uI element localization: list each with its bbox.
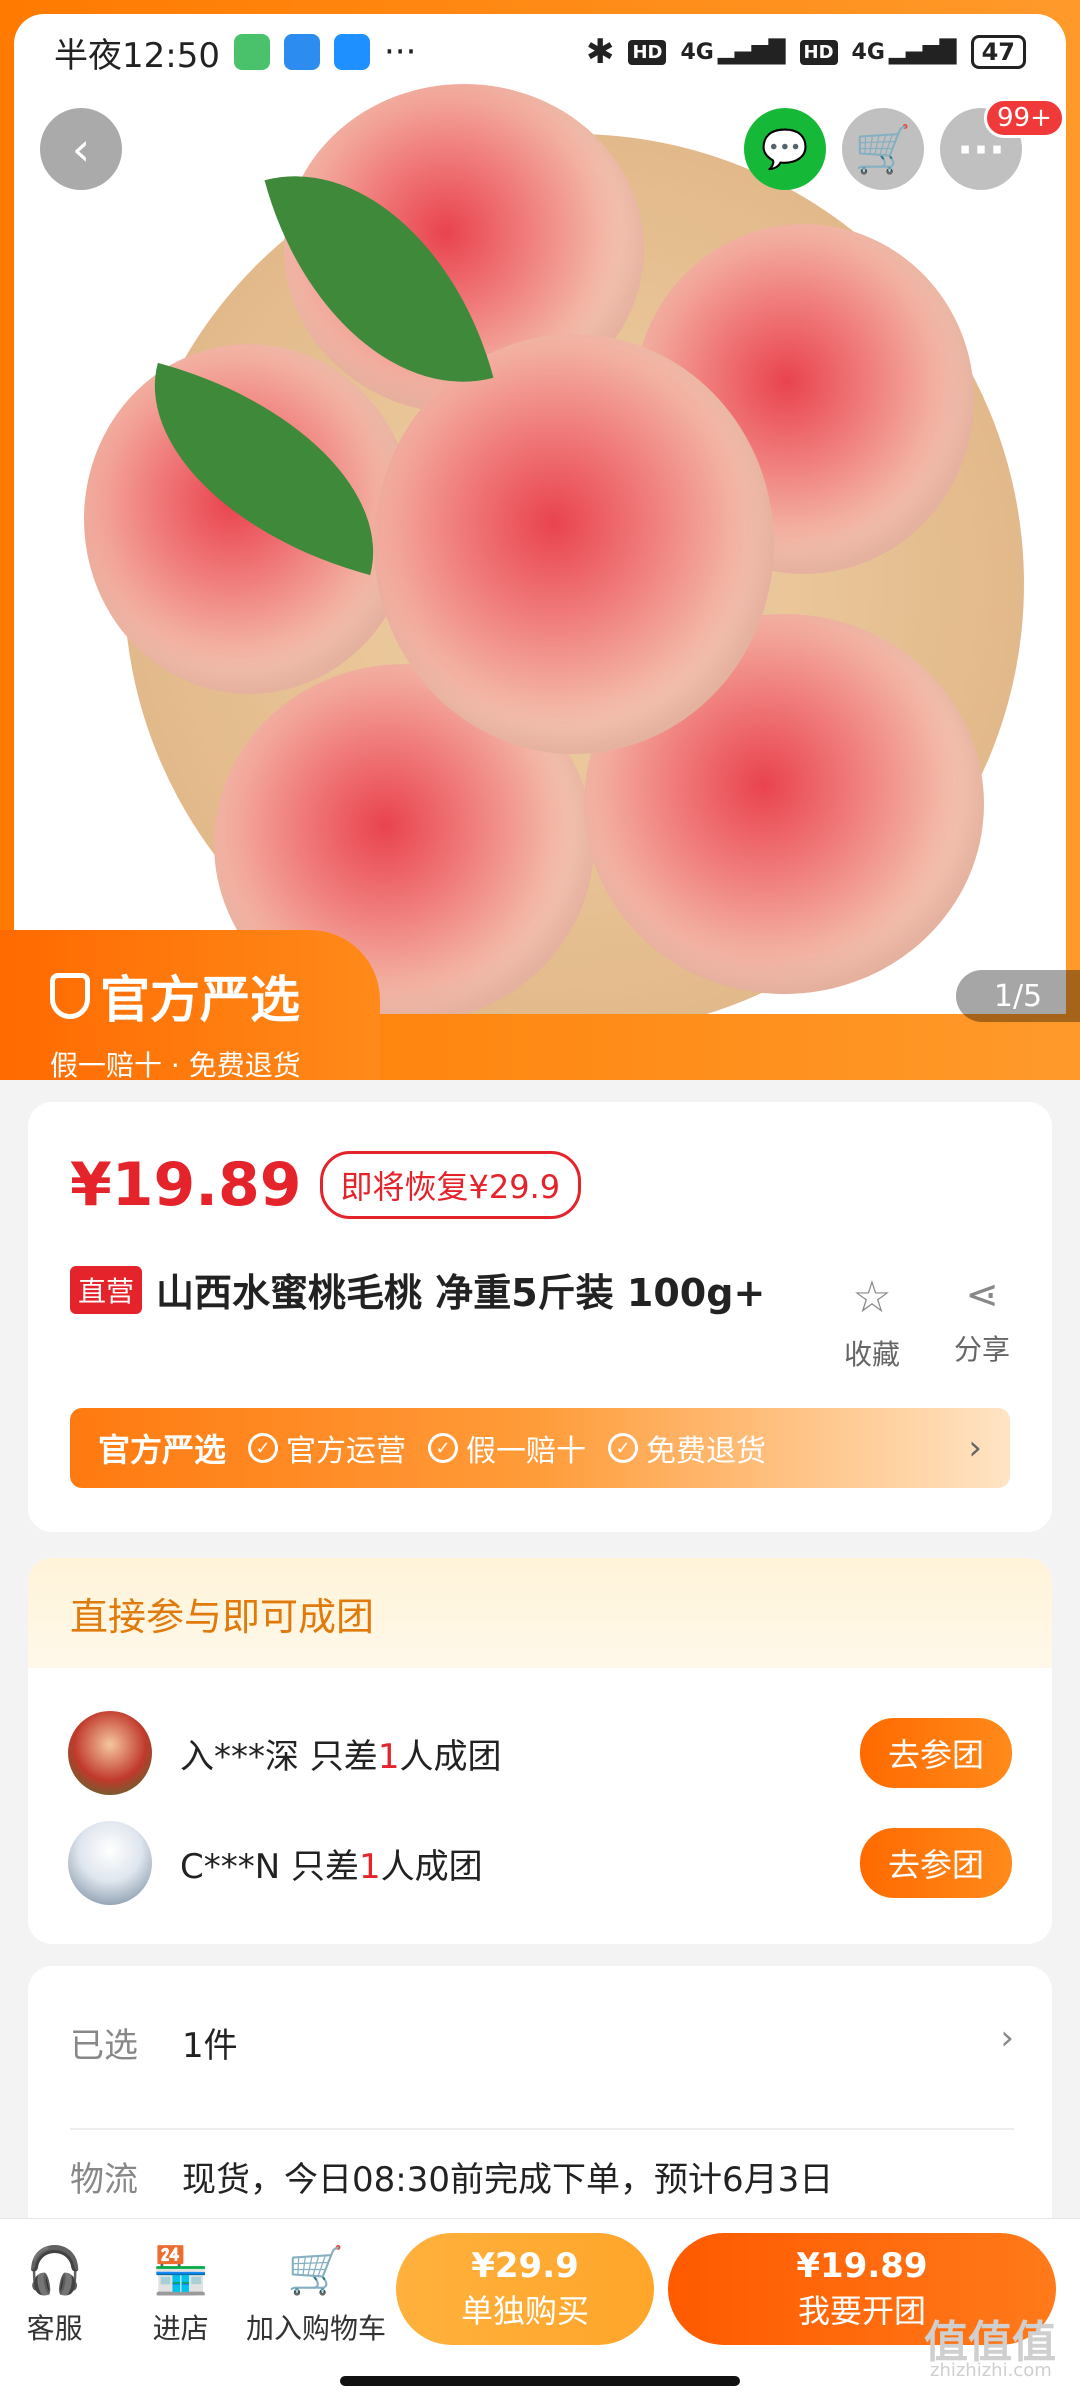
status-bar: 半夜12:50 ··· ✱ HD 4G ▂▄▆█ HD 4G ▂▄▆█ 47 xyxy=(0,0,1080,104)
chevron-left-icon: ‹ xyxy=(71,122,91,176)
watermark-url: zhizhizhi.com xyxy=(930,2360,1052,2381)
self-operated-tag: 直营 xyxy=(70,1265,143,1314)
group-buy-card: 直接参与即可成团 入***深 只差1人成团 去参团 C***N 只差1人成团 去… xyxy=(28,1558,1052,1944)
join-group-button[interactable]: 去参团 xyxy=(859,1718,1012,1788)
cart-icon: 🛒 xyxy=(854,121,912,176)
add-to-cart-button[interactable]: 🛒 加入购物车 xyxy=(246,2243,386,2347)
cloud-icon xyxy=(283,34,320,70)
join-group-button[interactable]: 去参团 xyxy=(859,1828,1012,1898)
buy-alone-button[interactable]: ¥29.9 单独购买 xyxy=(396,2233,654,2345)
store-icon: 🏪 xyxy=(152,2243,210,2297)
home-indicator[interactable] xyxy=(340,2376,740,2386)
shield-check-icon xyxy=(50,973,90,1019)
official-selection-bar[interactable]: 官方严选 ✓ 官方运营 ✓ 假一赔十 ✓ 免费退货 › xyxy=(70,1408,1010,1488)
share-button[interactable]: ⋖ 分享 xyxy=(954,1272,1010,1368)
chevron-right-icon: › xyxy=(1000,2018,1014,2058)
guarantee-free-return: 免费退货 xyxy=(646,1434,767,1469)
status-time: 半夜12:50 xyxy=(54,35,220,76)
message-badge: 99+ xyxy=(984,98,1065,138)
brand-title: 官方严选 xyxy=(100,971,300,1029)
share-icon: ⋖ xyxy=(965,1272,999,1318)
logistics-value: 现货，今日08:30前完成下单，预计6月3日 xyxy=(182,2160,834,2200)
remaining-count: 1 xyxy=(359,1846,381,1887)
group-price: ¥19.89 xyxy=(796,2246,928,2286)
app-notification-icon xyxy=(233,34,270,70)
guarantee-fake-compensation: 假一赔十 xyxy=(466,1434,587,1469)
selected-label: 已选 xyxy=(70,2026,138,2066)
restore-price-pill: 即将恢复¥29.9 xyxy=(319,1151,582,1219)
hd-icon: HD xyxy=(799,39,838,65)
bluetooth-icon: ✱ xyxy=(585,32,615,72)
bottom-action-bar: 🎧 客服 🏪 进店 🛒 加入购物车 ¥29.9 单独购买 ¥19.89 我要开团 xyxy=(0,2218,1080,2400)
group-header: 直接参与即可成团 xyxy=(28,1558,1052,1668)
signal-icon: 4G ▂▄▆█ xyxy=(680,39,786,65)
selection-card: 已选 1件 › 物流 现货，今日08:30前完成下单，预计6月3日 xyxy=(28,1966,1052,2246)
signal-icon: 4G ▂▄▆█ xyxy=(851,39,957,65)
cart-plus-icon: 🛒 xyxy=(287,2243,345,2297)
battery-icon: 47 xyxy=(970,35,1026,69)
group-row: C***N 只差1人成团 去参团 xyxy=(68,1818,1012,1908)
back-button[interactable]: ‹ xyxy=(40,108,122,190)
solo-price: ¥29.9 xyxy=(471,2246,579,2286)
avatar xyxy=(68,1821,152,1905)
chevron-right-icon: › xyxy=(968,1428,982,1468)
headset-icon: 🎧 xyxy=(26,2243,84,2297)
customer-service-label: 客服 xyxy=(26,2312,83,2345)
selected-value: 1件 xyxy=(182,2026,238,2066)
add-to-cart-label: 加入购物车 xyxy=(246,2312,387,2345)
wechat-icon: 💬 xyxy=(761,126,809,171)
check-circle-icon: ✓ xyxy=(428,1433,459,1463)
hd-icon: HD xyxy=(628,39,667,65)
enter-shop-button[interactable]: 🏪 进店 xyxy=(152,2243,209,2347)
price-card: ¥19.89 即将恢复¥29.9 直营 山西水蜜桃毛桃 净重5斤装 100g+ … xyxy=(28,1102,1052,1532)
share-label: 分享 xyxy=(954,1333,1011,1366)
favorite-button[interactable]: ☆ 收藏 xyxy=(844,1272,900,1373)
avatar xyxy=(68,1711,152,1795)
check-circle-icon: ✓ xyxy=(248,1433,279,1463)
image-pager: 1/5 xyxy=(956,970,1080,1022)
group-row: 入***深 只差1人成团 去参团 xyxy=(68,1708,1012,1798)
layers-icon xyxy=(333,34,370,70)
solo-label: 单独购买 xyxy=(460,2292,589,2330)
group-user-name: C***N xyxy=(180,1846,281,1887)
star-icon: ☆ xyxy=(852,1272,892,1323)
official-bar-title: 官方严选 xyxy=(98,1431,227,1469)
favorite-label: 收藏 xyxy=(844,1338,901,1371)
peach-center xyxy=(374,334,774,754)
logistics-row: 物流 现货，今日08:30前完成下单，预计6月3日 xyxy=(70,2152,1014,2201)
remaining-count: 1 xyxy=(377,1736,400,1777)
enter-shop-label: 进店 xyxy=(152,2312,209,2345)
brand-subtitle: 假一赔十 · 免费退货 xyxy=(50,1049,301,1082)
guarantee-official: 官方运营 xyxy=(286,1434,407,1469)
logistics-label: 物流 xyxy=(70,2160,138,2200)
cart-button[interactable]: 🛒 xyxy=(842,108,924,190)
current-price: ¥19.89 xyxy=(70,1150,302,1220)
customer-service-button[interactable]: 🎧 客服 xyxy=(26,2243,83,2347)
selected-spec-row[interactable]: 已选 1件 › xyxy=(70,2018,1014,2130)
product-title: 山西水蜜桃毛桃 净重5斤装 100g+ xyxy=(156,1271,766,1315)
official-selection-banner: 官方严选 假一赔十 · 免费退货 xyxy=(0,930,380,1082)
more-notifications-icon: ··· xyxy=(383,32,417,72)
group-user-name: 入***深 xyxy=(180,1736,299,1777)
check-circle-icon: ✓ xyxy=(608,1433,639,1463)
wechat-share-button[interactable]: 💬 xyxy=(744,108,826,190)
